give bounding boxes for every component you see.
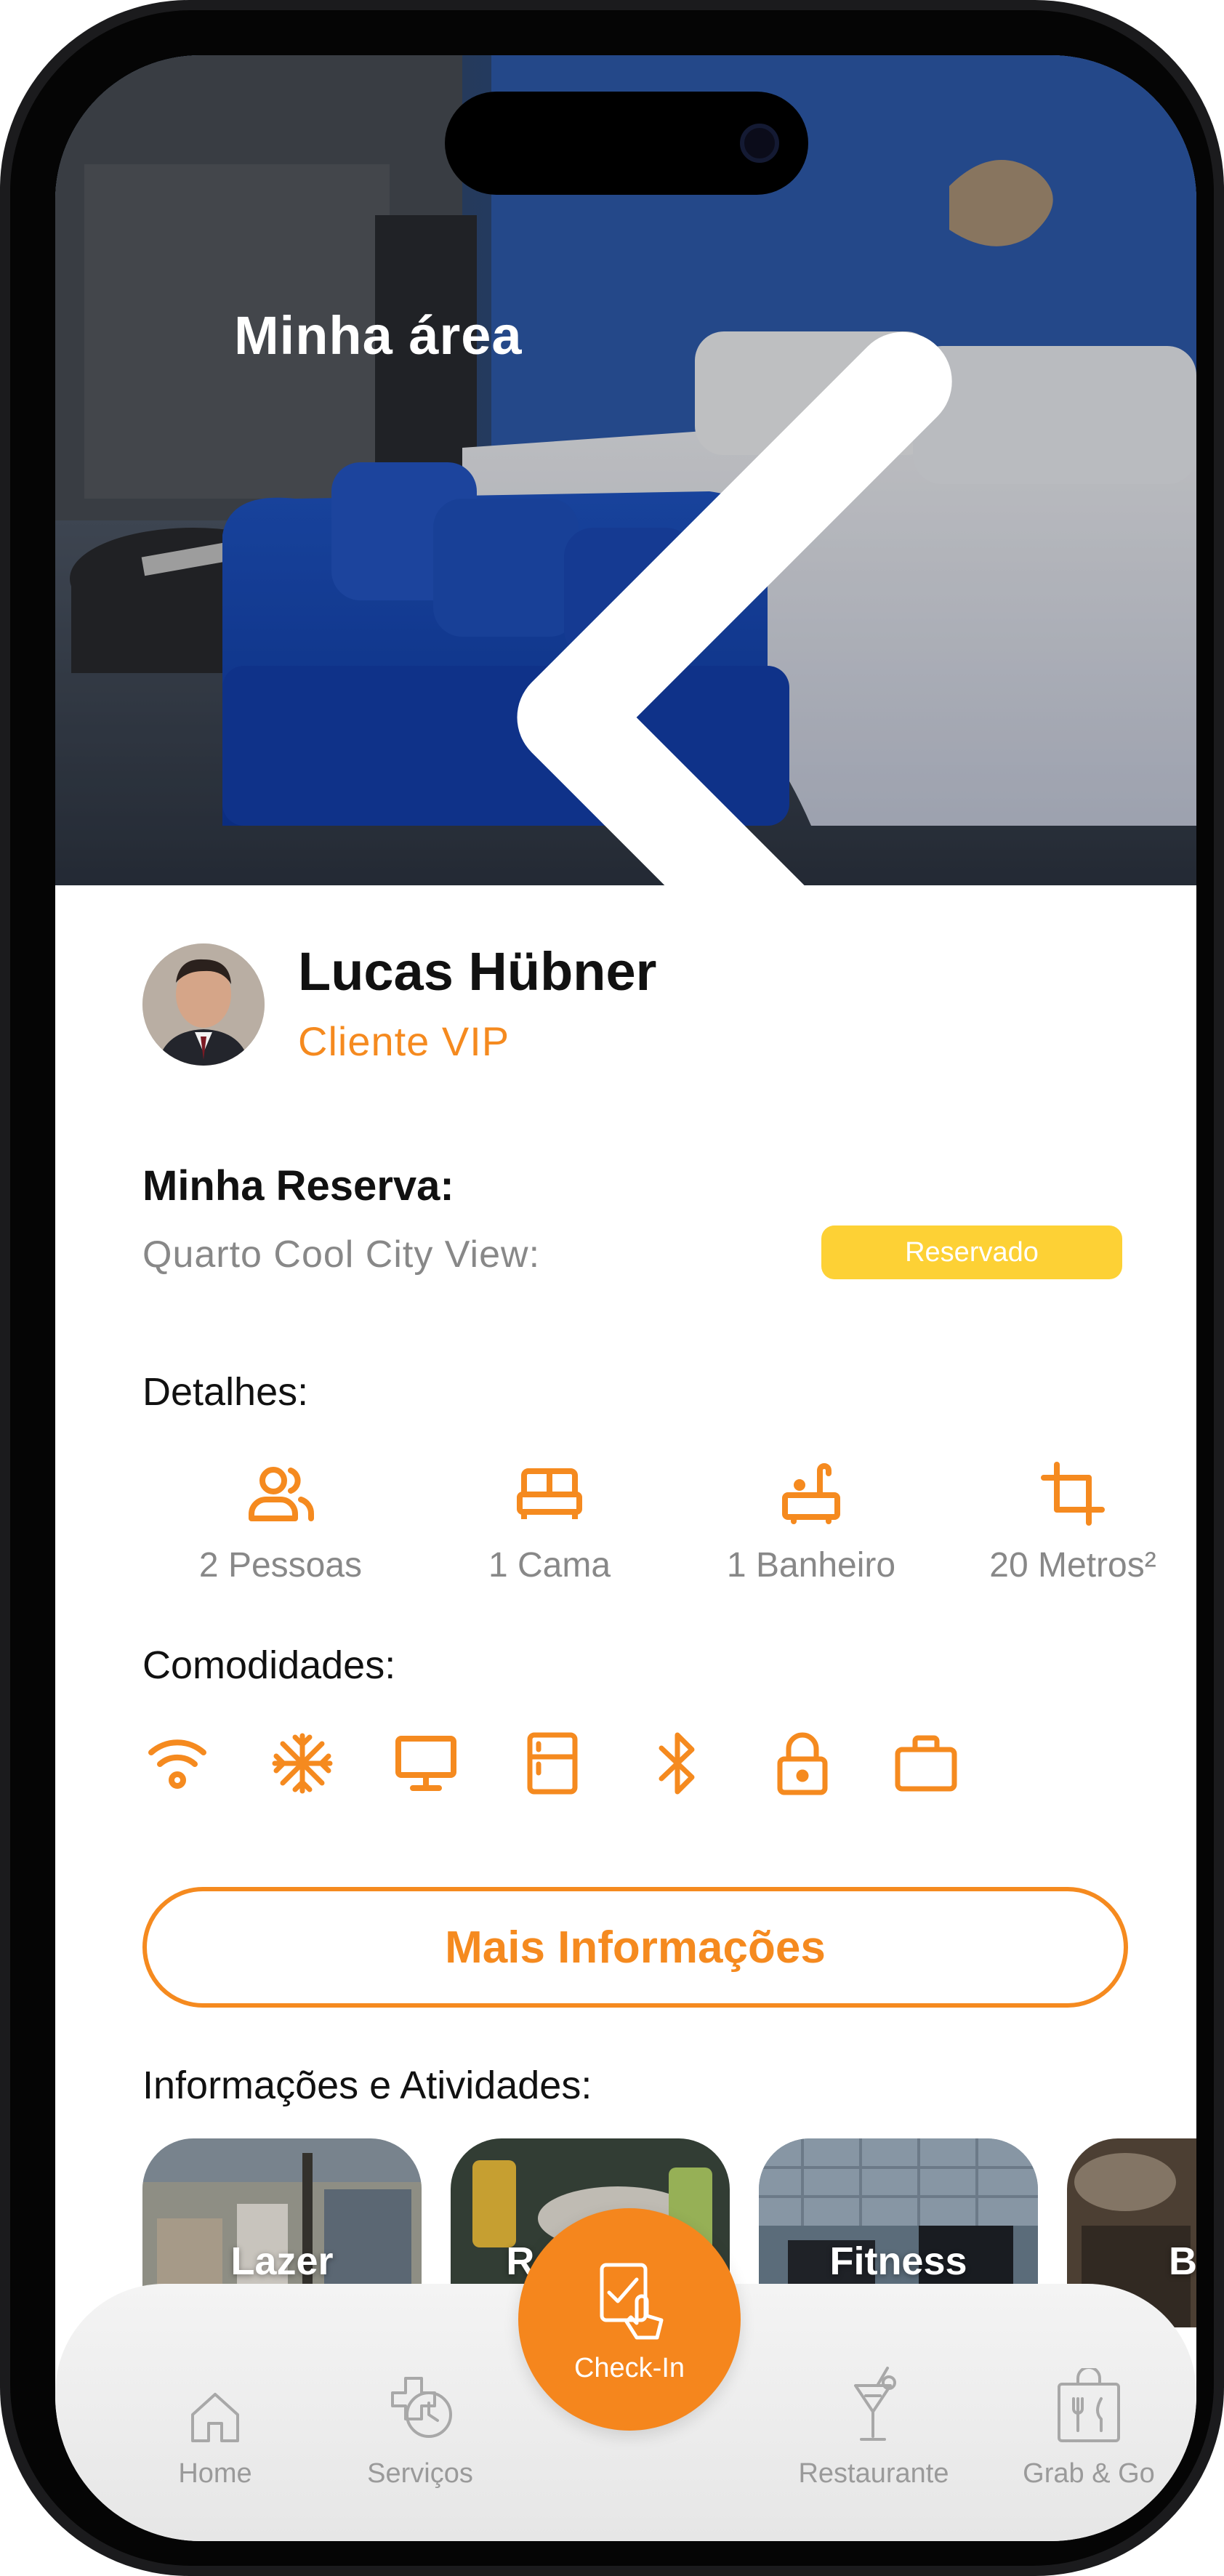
detail-label: 1 Banheiro <box>726 1546 896 1585</box>
status-badge: Reservado <box>821 1225 1122 1279</box>
activity-card-label: Fitness <box>829 2239 967 2283</box>
bluetooth-icon <box>643 1728 712 1798</box>
takeaway-bag-icon <box>1009 2364 1169 2444</box>
bed-icon <box>440 1460 659 1528</box>
bathtub-icon <box>702 1460 920 1528</box>
detail-bathroom: 1 Banheiro <box>702 1460 920 1585</box>
luggage-icon <box>891 1728 961 1798</box>
minibar-icon <box>518 1728 587 1798</box>
avatar[interactable] <box>142 943 265 1066</box>
nav-grab-and-go[interactable]: Grab & Go <box>1009 2364 1169 2490</box>
air-conditioning-icon <box>267 1728 337 1798</box>
activity-card-label: B <box>1169 2239 1196 2283</box>
checkin-label: Check-In <box>573 2353 685 2383</box>
detail-area: 20 Metros² <box>964 1460 1182 1585</box>
nav-restaurant[interactable]: Restaurante <box>794 2364 954 2490</box>
home-icon <box>135 2364 295 2444</box>
safe-lock-icon <box>768 1728 837 1798</box>
cocktail-icon <box>794 2364 954 2444</box>
profile-name: Lucas Hübner <box>298 941 657 1002</box>
header-bar: Minha área <box>154 302 952 885</box>
people-icon <box>172 1460 390 1528</box>
nav-label: Restaurante <box>798 2458 949 2489</box>
crop-area-icon <box>964 1460 1182 1528</box>
back-arrow-icon[interactable] <box>154 302 952 885</box>
details-heading: Detalhes: <box>142 1370 309 1414</box>
wifi-icon <box>142 1728 212 1798</box>
profile-status: Cliente VIP <box>298 1018 510 1064</box>
checkin-icon <box>586 2255 673 2346</box>
reservation-heading: Minha Reserva: <box>142 1162 454 1209</box>
nav-label: Grab & Go <box>1023 2458 1155 2489</box>
detail-label: 20 Metros² <box>989 1546 1156 1585</box>
detail-beds: 1 Cama <box>440 1460 659 1585</box>
room-hero-image: Minha área <box>55 55 1196 885</box>
phone-frame: Minha área Lucas Hübner Cliente VIP Minh… <box>0 0 1224 2576</box>
amenities-heading: Comodidades: <box>142 1643 396 1687</box>
services-icon <box>340 2364 500 2444</box>
nav-services[interactable]: Serviços <box>340 2364 500 2490</box>
phone-bezel: Minha área Lucas Hübner Cliente VIP Minh… <box>10 10 1214 2566</box>
app-screen: Minha área Lucas Hübner Cliente VIP Minh… <box>55 55 1196 2541</box>
activities-heading: Informações e Atividades: <box>142 2064 592 2107</box>
detail-label: 1 Cama <box>488 1546 611 1585</box>
tv-icon <box>391 1728 461 1798</box>
front-camera <box>740 124 779 163</box>
activity-card-label: Lazer <box>230 2239 334 2283</box>
profile-header: Lucas Hübner Cliente VIP <box>142 943 656 1066</box>
checkin-button[interactable]: Check-In <box>518 2208 741 2431</box>
room-name: Quarto Cool City View: <box>142 1233 541 1276</box>
nav-label: Home <box>178 2458 252 2489</box>
more-info-button[interactable]: Mais Informações <box>142 1887 1128 2008</box>
dynamic-island <box>445 92 808 195</box>
nav-home[interactable]: Home <box>135 2364 295 2490</box>
nav-label: Serviços <box>367 2458 473 2489</box>
detail-label: 2 Pessoas <box>198 1546 363 1585</box>
detail-people: 2 Pessoas <box>172 1460 390 1585</box>
